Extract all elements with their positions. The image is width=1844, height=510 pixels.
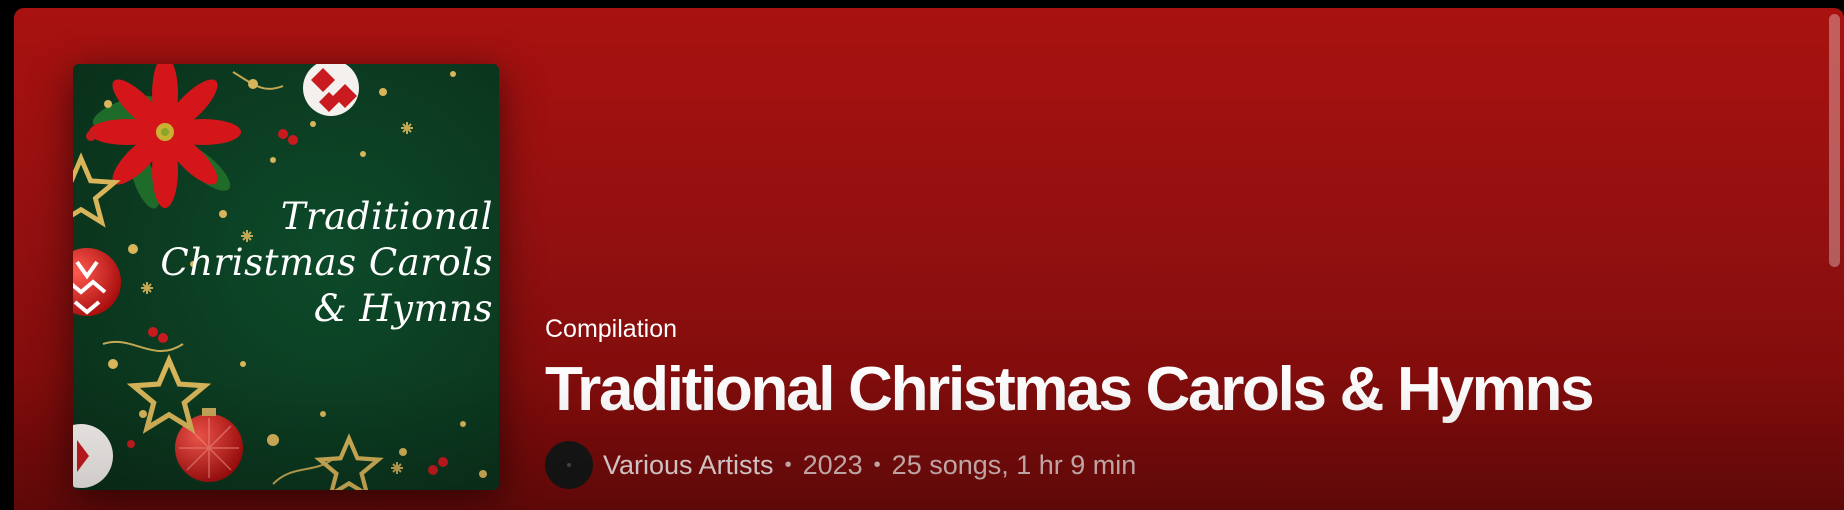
vertical-scrollbar[interactable]: [1826, 8, 1844, 510]
separator-dot: •: [784, 453, 792, 476]
album-stats: 25 songs, 1 hr 9 min: [891, 449, 1137, 480]
avatar-glyph: [567, 463, 571, 467]
album-info: Compilation Traditional Christmas Carols…: [545, 313, 1595, 425]
album-title: Traditional Christmas Carols & Hymns: [545, 355, 1595, 424]
album-type-label: Compilation: [545, 315, 678, 343]
cover-title-line: Traditional: [280, 195, 493, 238]
artist-link[interactable]: Various Artists: [603, 450, 774, 481]
album-cover[interactable]: Traditional Christmas Carols & Hymns: [73, 64, 499, 490]
cover-title: Traditional Christmas Carols & Hymns: [160, 194, 493, 332]
cover-title-line: & Hymns: [313, 287, 493, 330]
app-window: Traditional Christmas Carols & Hymns Com…: [0, 0, 1844, 510]
artist-avatar-icon[interactable]: [545, 441, 593, 489]
album-header: Traditional Christmas Carols & Hymns Com…: [14, 8, 1844, 510]
scrollbar-thumb[interactable]: [1829, 14, 1840, 267]
release-year: 2023: [802, 449, 863, 480]
separator-dot: •: [873, 453, 881, 476]
cover-title-line: Christmas Carols: [160, 241, 493, 284]
album-meta: Various Artists • 2023 • 25 songs, 1 hr …: [545, 441, 1136, 489]
